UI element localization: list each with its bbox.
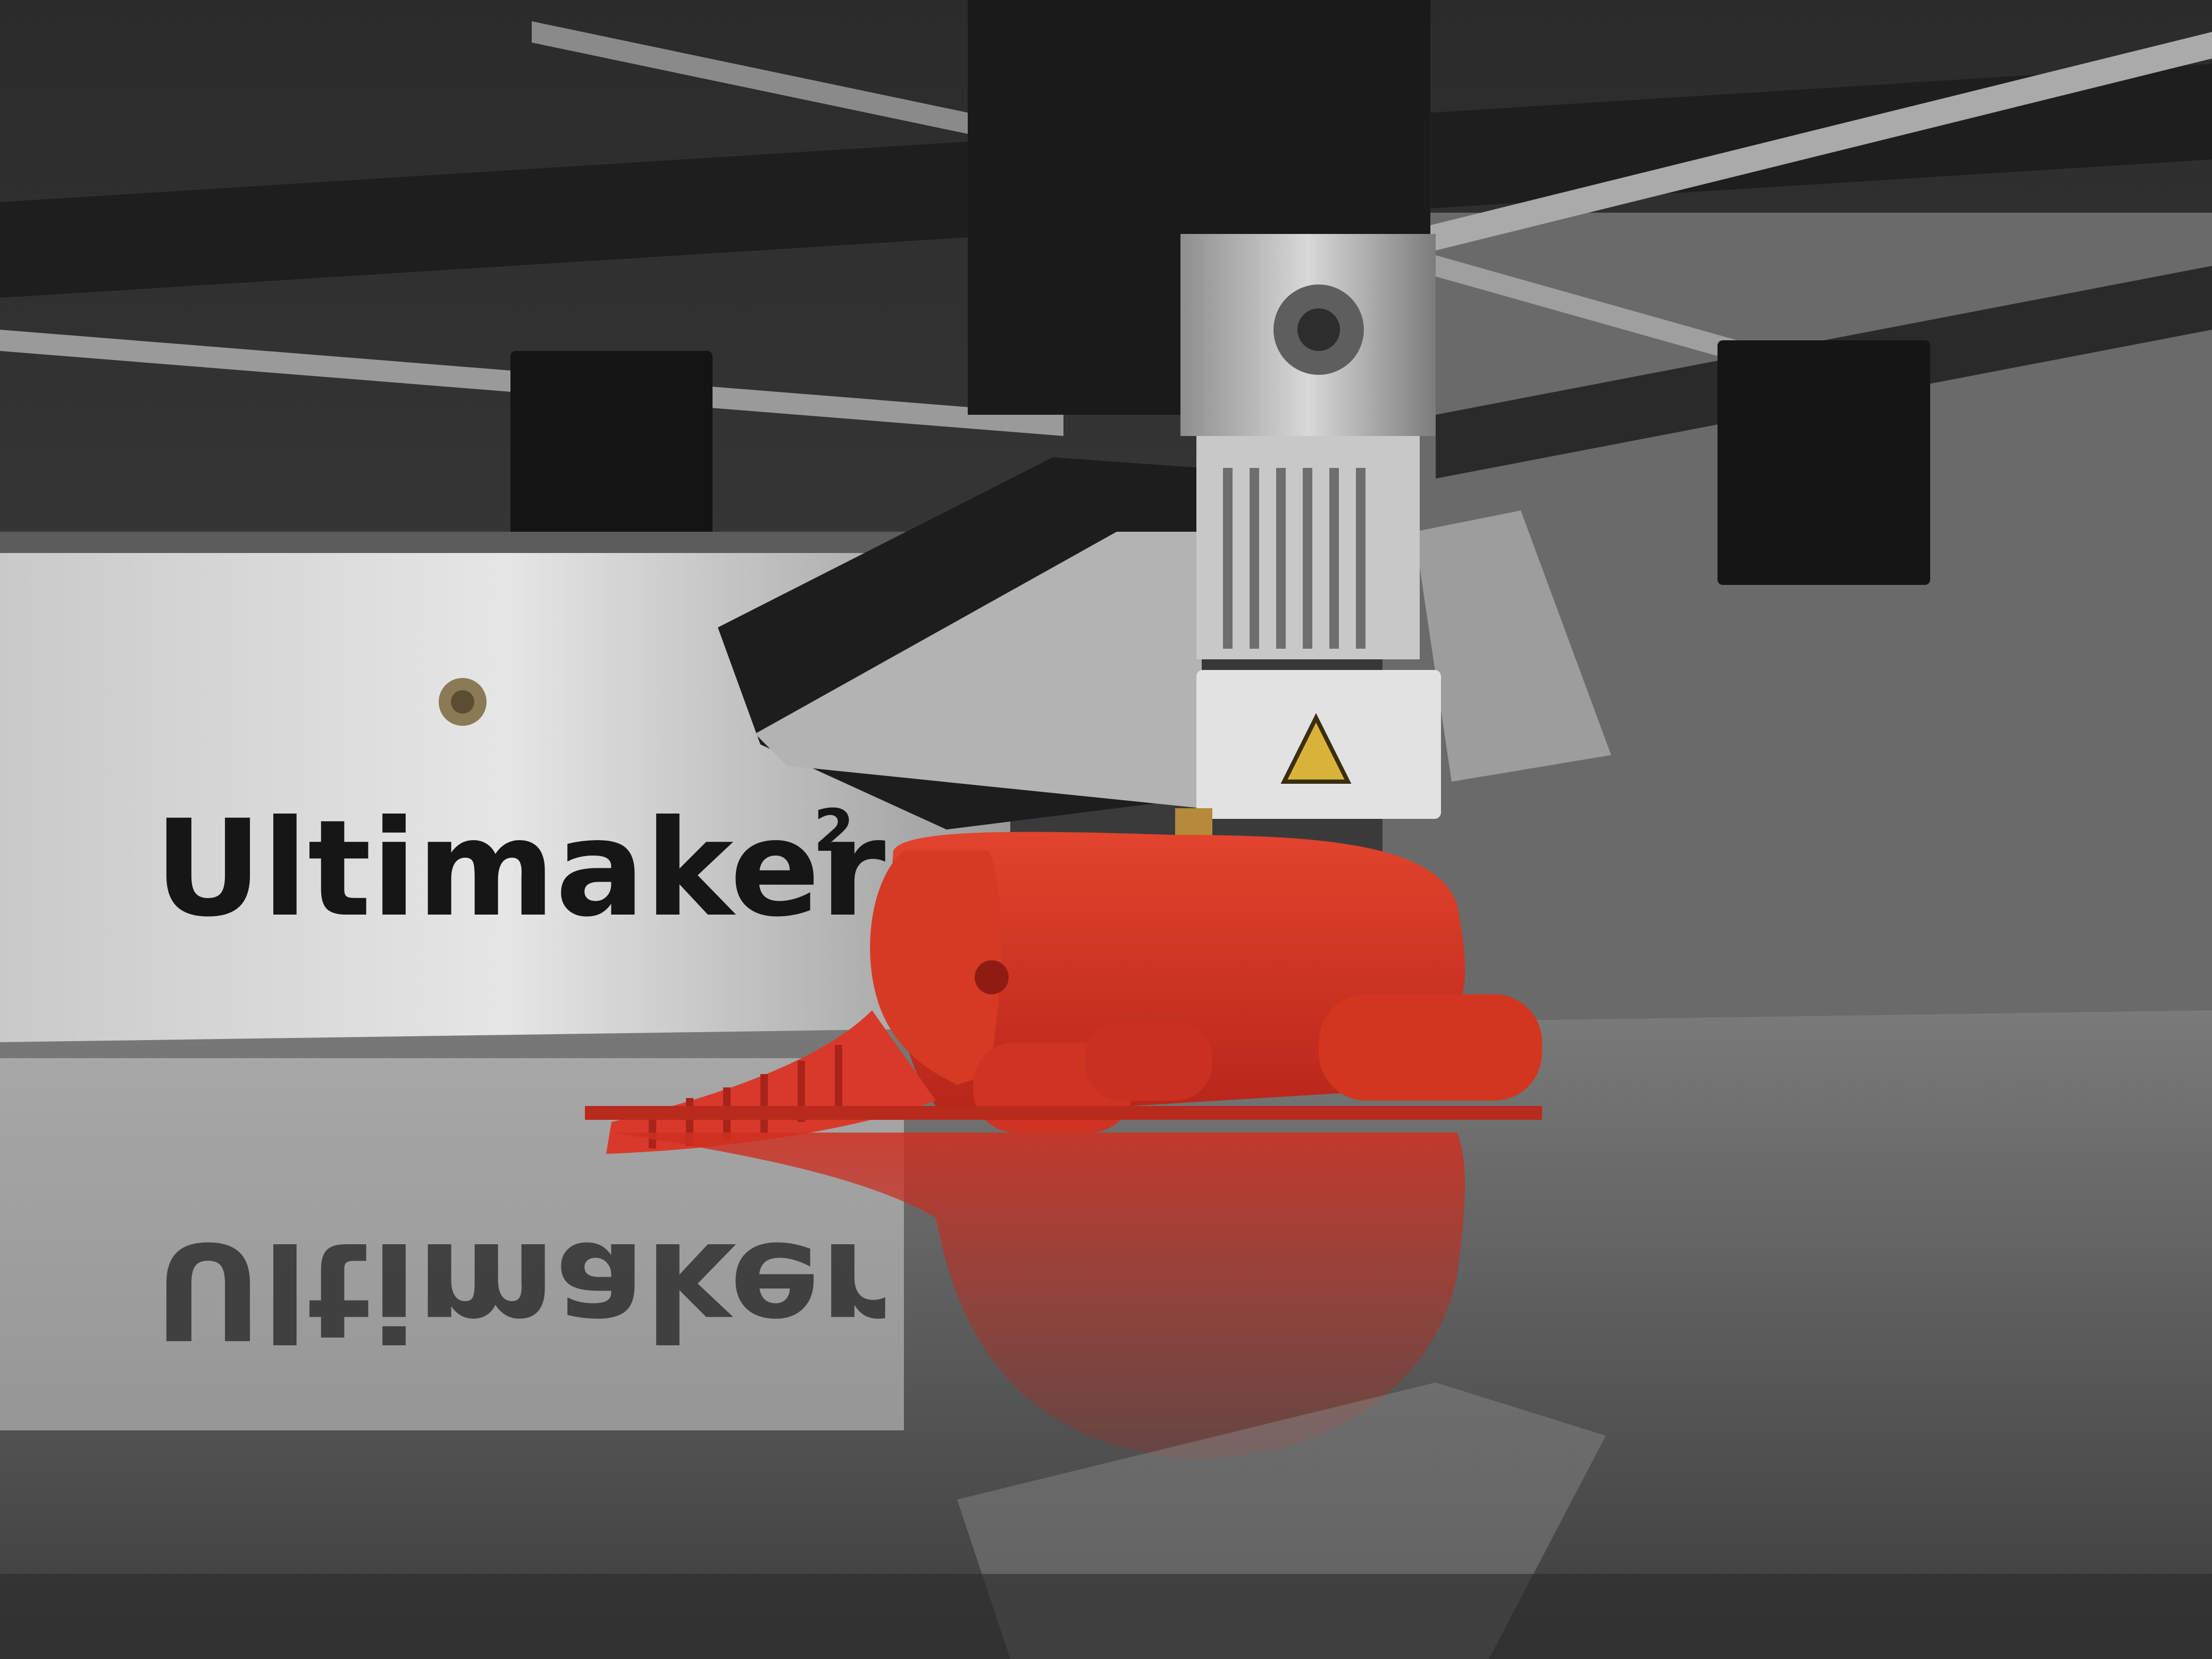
brand-logo-text: Ultimaker [154,791,886,946]
brand-logo-reflection: Ultimaker [154,1213,886,1368]
left-slider-block [510,351,713,537]
elephant-back-leg [1319,994,1542,1101]
elephant-eye [975,960,1009,994]
right-slider-block [1717,340,1930,585]
elephant-middle-leg [1085,1021,1212,1101]
printer-photo: Ultimaker 2 Ultimaker [0,0,2212,1659]
bottom-frame-edge [0,1574,2212,1659]
print-brim [585,1106,1542,1120]
brand-logo-superscript: 2 [814,797,854,865]
panel-edge [0,532,1010,553]
